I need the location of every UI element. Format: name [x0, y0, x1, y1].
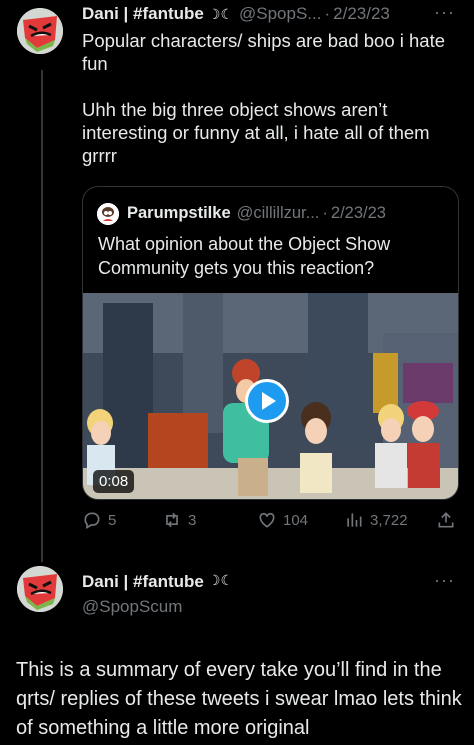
play-button[interactable] [245, 379, 289, 423]
heart-icon [259, 512, 275, 528]
reply-count: 5 [108, 511, 117, 529]
handle[interactable]: @SpopS... [239, 4, 321, 24]
video-duration: 0:08 [93, 470, 135, 493]
reply-text: This is a summary of every take you’ll f… [16, 659, 462, 739]
avatar-image [17, 8, 63, 54]
tweet-text: Popular characters/ ships are bad boo i … [82, 29, 462, 167]
views-button[interactable]: 3,722 [344, 510, 408, 530]
tweet-paragraph: Uhh the big three object shows aren’t in… [82, 99, 430, 166]
separator-dot: · [324, 4, 331, 23]
share-icon [438, 512, 454, 528]
moon-emoji: ☽☾ [207, 572, 233, 588]
retweet-count: 3 [188, 511, 197, 529]
quote-handle: @cillillzur... [236, 204, 320, 222]
avatar-image [17, 566, 63, 612]
avatar[interactable] [17, 8, 63, 54]
like-count: 104 [283, 511, 309, 529]
quote-avatar [97, 203, 119, 225]
display-name[interactable]: Dani | #fantube [82, 4, 204, 24]
handle[interactable]: @SpopScum [82, 597, 182, 617]
play-icon [262, 392, 276, 410]
reply-icon [84, 512, 100, 529]
views-icon [347, 513, 362, 527]
retweet-button[interactable]: 3 [162, 510, 196, 530]
more-options-icon[interactable]: ··· [434, 2, 455, 23]
video-player[interactable]: 0:08 [83, 293, 458, 499]
quote-header: Parumpstilke @cillillzur... · 2/23/23 [127, 204, 386, 223]
tweet-header: Dani | #fantube ☽☾ @SpopS... · 2/23/23 [82, 4, 390, 24]
action-bar: 5 3 104 3,722 [82, 510, 458, 534]
display-name[interactable]: Dani | #fantube [82, 572, 204, 592]
separator-dot: · [322, 204, 328, 222]
timestamp[interactable]: 2/23/23 [333, 4, 390, 24]
like-button[interactable]: 104 [257, 510, 308, 530]
view-count: 3,722 [370, 511, 408, 529]
more-options-icon[interactable]: ··· [434, 570, 455, 591]
tweet-paragraph: Popular characters/ ships are bad boo i … [82, 30, 446, 74]
share-button[interactable] [436, 510, 462, 530]
moon-emoji: ☽☾ [207, 5, 233, 22]
quote-timestamp: 2/23/23 [330, 204, 386, 222]
quote-tweet-card[interactable]: Parumpstilke @cillillzur... · 2/23/23 Wh… [82, 186, 459, 500]
reply-header: Dani | #fantube ☽☾ [82, 572, 233, 592]
reply-button[interactable]: 5 [82, 510, 116, 530]
thread-line [41, 70, 43, 562]
avatar[interactable] [17, 566, 63, 612]
retweet-icon [166, 512, 178, 528]
quote-display-name: Parumpstilke [127, 204, 231, 222]
quote-text: What opinion about the Object Show Commu… [98, 234, 391, 278]
